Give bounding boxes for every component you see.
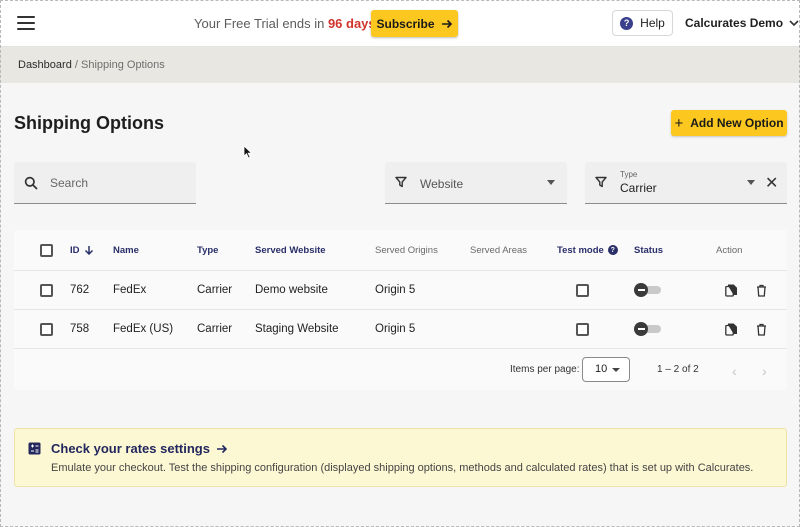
plus-icon: + (674, 114, 684, 132)
arrow-right-icon (216, 444, 228, 453)
column-status: Status (634, 244, 664, 256)
items-per-page-label: Items per page: (510, 364, 580, 375)
arrow-down-icon (84, 246, 93, 255)
chevron-down-icon (547, 180, 555, 185)
row-type: Carrier (197, 284, 233, 296)
help-button[interactable]: ? Help (612, 10, 673, 36)
chevron-left-icon[interactable]: ‹ (732, 363, 737, 379)
column-served-website[interactable]: Served Website (255, 230, 326, 270)
calculator-icon (28, 442, 41, 455)
chevron-down-icon (747, 180, 755, 185)
copy-icon[interactable] (725, 323, 737, 336)
trial-notice: Your Free Trial ends in 96 days (194, 16, 376, 31)
row-type: Carrier (197, 323, 233, 335)
chevron-down-icon (789, 20, 799, 27)
account-menu[interactable]: Calcurates Demo (685, 16, 799, 30)
items-per-page-value: 10 (595, 363, 608, 375)
row-select-checkbox[interactable] (40, 283, 53, 297)
delete-icon[interactable] (756, 323, 767, 336)
top-bar: Your Free Trial ends in 96 days Subscrib… (0, 0, 800, 47)
website-filter-label: Website (420, 177, 464, 191)
help-label: Help (640, 16, 665, 30)
help-icon: ? (620, 16, 634, 30)
row-select-checkbox[interactable] (40, 322, 53, 336)
row-served-website: Demo website (255, 284, 328, 296)
website-filter[interactable]: Website (385, 162, 567, 204)
close-icon[interactable]: ✕ (765, 173, 778, 193)
type-filter[interactable]: Type Carrier ✕ (585, 162, 787, 204)
subscribe-button[interactable]: Subscribe (371, 10, 458, 37)
chevron-right-icon[interactable]: › (762, 363, 767, 379)
column-name[interactable]: Name (113, 230, 139, 270)
select-all-checkbox[interactable] (40, 243, 53, 257)
type-filter-value: Carrier (620, 181, 657, 195)
column-test-mode-label: Test mode (557, 244, 604, 256)
shipping-options-table: ID Name Type Served Website Served Origi… (14, 230, 787, 390)
copy-icon[interactable] (725, 284, 737, 297)
banner-text: Emulate your checkout. Test the shipping… (51, 462, 754, 474)
menu-icon[interactable] (16, 14, 36, 32)
breadcrumb-separator: / (74, 59, 78, 71)
row-name: FedEx (US) (113, 323, 174, 335)
column-id[interactable]: ID (70, 230, 94, 270)
paginator: Items per page: 10 1 – 2 of 2 ‹ › (14, 350, 787, 390)
add-new-option-button[interactable]: + Add New Option (671, 110, 787, 136)
column-served-origins: Served Origins (375, 244, 438, 256)
arrow-right-icon (441, 19, 452, 28)
row-served-origins: Origin 5 (375, 284, 416, 296)
column-id-label: ID (70, 244, 80, 256)
chevron-down-icon (612, 368, 620, 372)
search-input[interactable] (50, 162, 190, 203)
row-id: 762 (70, 284, 90, 296)
search-icon (24, 176, 38, 190)
table-row[interactable]: 758 FedEx (US) Carrier Staging Website O… (14, 310, 787, 349)
test-mode-checkbox[interactable] (576, 322, 589, 336)
account-name: Calcurates Demo (685, 16, 784, 30)
mouse-cursor-icon (243, 145, 253, 159)
table-header: ID Name Type Served Website Served Origi… (14, 230, 787, 271)
trial-prefix: Your Free Trial ends in (194, 16, 325, 31)
rates-settings-banner: Check your rates settings Emulate your c… (14, 428, 787, 487)
column-test-mode[interactable]: Test mode ? (557, 230, 618, 270)
banner-title: Check your rates settings (51, 441, 210, 456)
test-mode-checkbox[interactable] (576, 283, 589, 297)
row-name: FedEx (113, 284, 147, 296)
status-toggle[interactable] (634, 283, 661, 297)
check-rates-link[interactable]: Check your rates settings (51, 441, 228, 456)
row-served-origins: Origin 5 (375, 323, 416, 335)
add-new-option-label: Add New Option (690, 116, 784, 130)
filter-icon (395, 176, 407, 188)
breadcrumb-dashboard[interactable]: Dashboard (18, 59, 72, 71)
breadcrumb-current: Shipping Options (81, 59, 165, 71)
table-row[interactable]: 762 FedEx Carrier Demo website Origin 5 (14, 271, 787, 310)
status-toggle[interactable] (634, 322, 661, 336)
search-field[interactable] (14, 162, 196, 204)
page-range: 1 – 2 of 2 (657, 364, 699, 375)
breadcrumb: Dashboard / Shipping Options (0, 47, 800, 83)
filter-icon (595, 176, 607, 188)
column-action: Action (716, 244, 743, 256)
trial-days: 96 days (327, 16, 376, 31)
subscribe-label: Subscribe (376, 16, 435, 31)
delete-icon[interactable] (756, 284, 767, 297)
items-per-page-select[interactable]: 10 (582, 357, 630, 382)
row-served-website: Staging Website (255, 323, 339, 335)
page-title: Shipping Options (14, 113, 164, 133)
column-served-areas: Served Areas (470, 244, 528, 256)
column-type[interactable]: Type (197, 230, 218, 270)
info-icon[interactable]: ? (607, 245, 618, 255)
row-id: 758 (70, 323, 90, 335)
type-filter-label: Type (620, 170, 638, 179)
